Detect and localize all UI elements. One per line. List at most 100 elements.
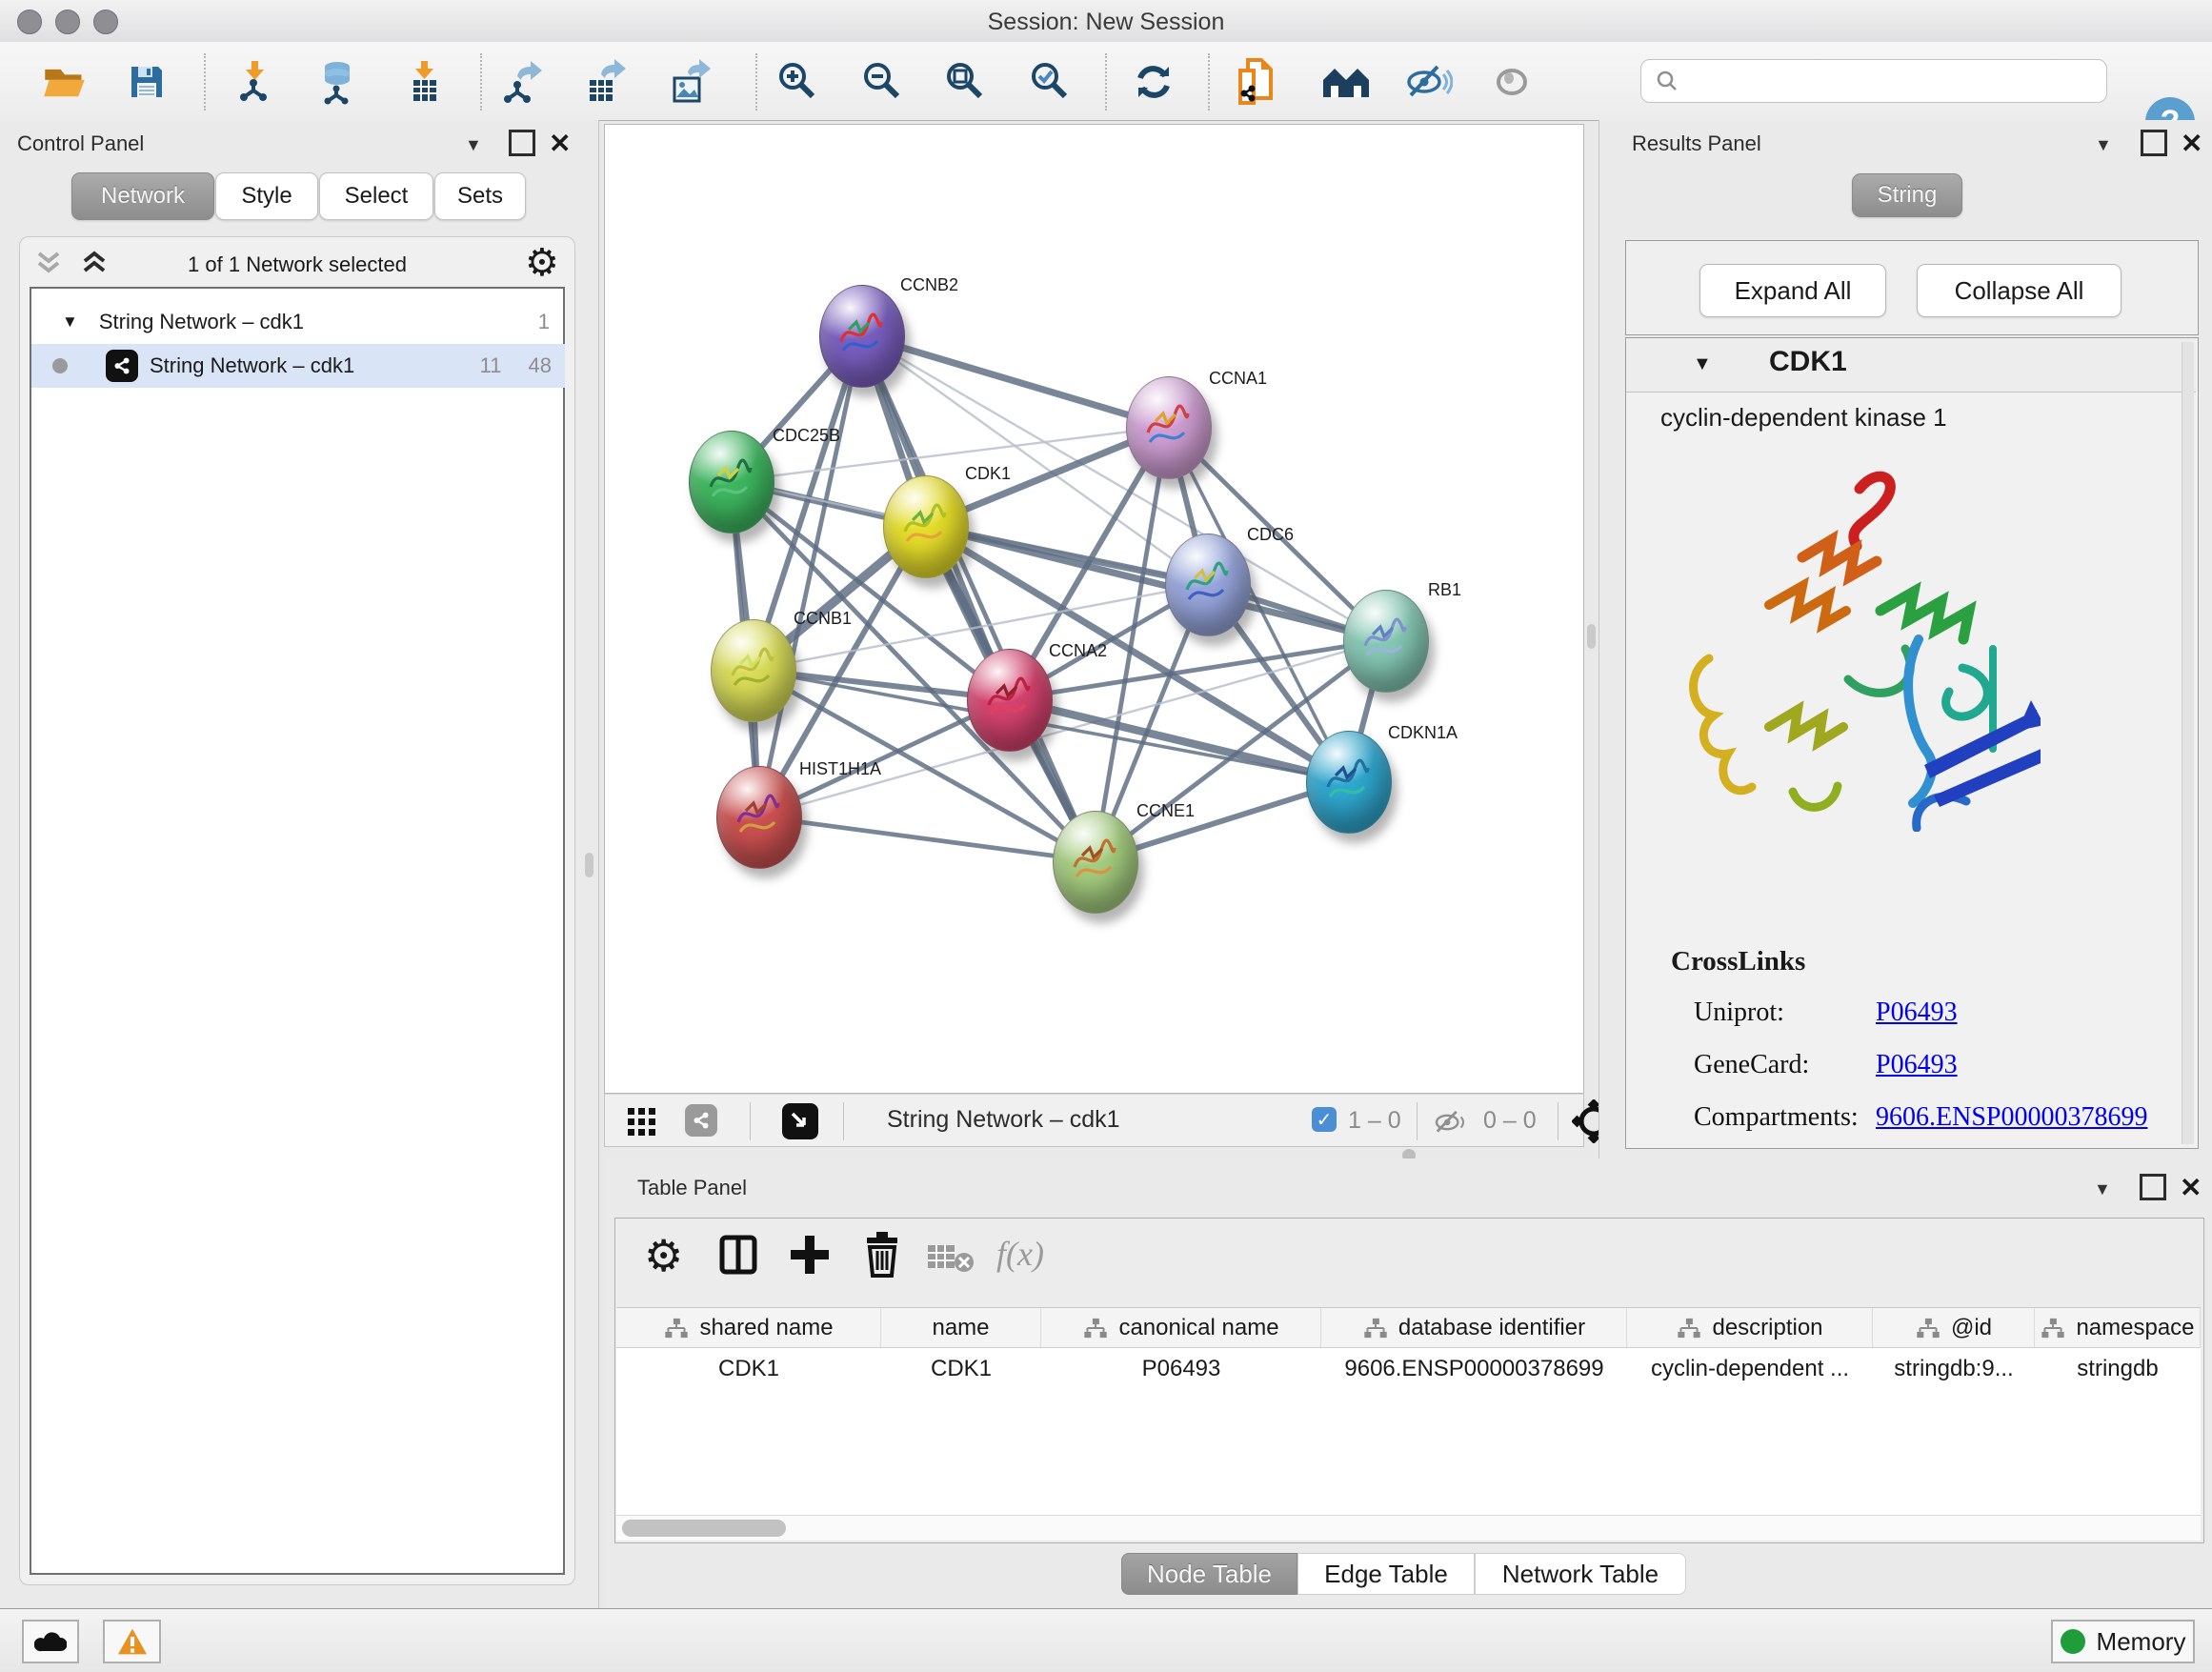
network-node-rb1[interactable] (1343, 590, 1429, 693)
search-input[interactable] (1689, 67, 2093, 95)
table-options-gear-icon[interactable]: ⚙ (644, 1230, 683, 1281)
import-network-database-button[interactable] (311, 55, 364, 109)
close-panel-icon[interactable]: ✕ (549, 128, 571, 159)
network-options-gear-icon[interactable]: ⚙ (525, 241, 559, 285)
network-node-ccnb2[interactable] (819, 285, 905, 388)
tab-edge-table[interactable]: Edge Table (1297, 1553, 1475, 1595)
network-node-hist1h1a[interactable] (716, 766, 802, 869)
results-scrollbar[interactable] (2182, 342, 2194, 1144)
collection-expanded-icon[interactable]: ▼ (62, 312, 78, 332)
close-panel-icon[interactable]: ✕ (2181, 128, 2202, 159)
results-buttons-box: Expand All Collapse All (1625, 240, 2199, 335)
network-node-ccne1[interactable] (1053, 811, 1138, 914)
column-tree-icon (1676, 1318, 1702, 1339)
right-splitter-handle[interactable] (1587, 624, 1596, 649)
open-session-button[interactable] (38, 55, 91, 109)
tab-select[interactable]: Select (319, 172, 433, 220)
network-node-cdkn1a[interactable] (1306, 731, 1392, 834)
network-from-selection-button[interactable] (1231, 55, 1284, 109)
maximize-panel-icon[interactable] (2141, 130, 2167, 156)
table-cell[interactable]: stringdb:9... (1873, 1348, 2035, 1390)
zoom-out-button[interactable] (855, 55, 909, 109)
hide-selected-button[interactable] (1401, 55, 1455, 109)
tab-network[interactable]: Network (71, 172, 214, 220)
collapse-all-button[interactable]: Collapse All (1917, 264, 2122, 317)
table-cell[interactable]: P06493 (1041, 1348, 1321, 1390)
left-splitter-handle[interactable] (585, 853, 593, 877)
close-panel-icon[interactable]: ✕ (2180, 1172, 2202, 1203)
show-columns-icon[interactable] (718, 1234, 760, 1276)
tab-sets[interactable]: Sets (434, 172, 526, 220)
network-selection-count: 1 of 1 Network selected (20, 252, 574, 277)
column-header-namespace[interactable]: namespace (2035, 1308, 2201, 1348)
show-all-button[interactable] (1485, 55, 1538, 109)
crosslink-link[interactable]: 9606.ENSP00000378699 (1876, 1102, 2147, 1133)
birdseye-view-icon[interactable] (782, 1103, 818, 1139)
warnings-button[interactable] (103, 1620, 161, 1663)
eye-slash-icon (1403, 61, 1453, 103)
refresh-view-button[interactable] (1127, 55, 1180, 109)
tab-node-table[interactable]: Node Table (1121, 1553, 1297, 1595)
network-node-cdk1[interactable] (883, 475, 969, 578)
node-label-ccna2: CCNA2 (1049, 641, 1107, 661)
table-cell[interactable]: 9606.ENSP00000378699 (1321, 1348, 1627, 1390)
gene-collapse-icon[interactable]: ▼ (1693, 353, 1712, 375)
export-network-button[interactable] (496, 55, 550, 109)
network-node-cdc6[interactable] (1165, 534, 1251, 636)
network-collection-row[interactable]: ▼ String Network – cdk1 1 (31, 300, 565, 344)
toolbar-search[interactable] (1640, 59, 2107, 103)
import-table-file-button[interactable] (398, 55, 452, 109)
node-label-ccne1: CCNE1 (1136, 801, 1195, 821)
create-column-icon[interactable] (789, 1234, 831, 1276)
network-type-icon[interactable] (685, 1104, 717, 1137)
table-cell[interactable]: CDK1 (881, 1348, 1041, 1390)
column-header-canonical-name[interactable]: canonical name (1041, 1308, 1321, 1348)
crosslink-link[interactable]: P06493 (1876, 1050, 1958, 1080)
save-icon (126, 61, 168, 103)
float-panel-icon[interactable]: ▼ (465, 135, 482, 155)
column-header--id[interactable]: @id (1873, 1308, 2035, 1348)
column-tree-icon (2040, 1318, 2066, 1339)
network-node-cdc25b[interactable] (689, 431, 774, 534)
network-node-ccna2[interactable] (967, 649, 1053, 752)
first-neighbors-button[interactable] (1319, 55, 1373, 109)
expand-all-button[interactable]: Expand All (1699, 264, 1886, 317)
tab-network-table[interactable]: Network Table (1475, 1553, 1686, 1595)
memory-status-dot (2061, 1629, 2085, 1654)
grid-view-icon[interactable] (628, 1108, 656, 1137)
delete-column-icon[interactable] (861, 1232, 903, 1278)
table-hscrollbar[interactable] (616, 1515, 2201, 1541)
table-cell[interactable]: cyclin-dependent ... (1627, 1348, 1873, 1390)
network-node-ccna1[interactable] (1126, 376, 1212, 479)
tab-string[interactable]: String (1852, 173, 1962, 217)
cloud-status-button[interactable] (22, 1620, 79, 1663)
float-panel-icon[interactable]: ▼ (2095, 135, 2112, 155)
crosslink-link[interactable]: P06493 (1876, 997, 1958, 1028)
zoom-fit-button[interactable] (938, 55, 992, 109)
network-node-ccnb1[interactable] (711, 619, 796, 722)
save-session-button[interactable] (120, 55, 173, 109)
export-table-button[interactable] (578, 55, 632, 109)
tab-style[interactable]: Style (215, 172, 318, 220)
column-header-description[interactable]: description (1627, 1308, 1873, 1348)
export-image-button[interactable] (663, 55, 716, 109)
column-header-shared-name[interactable]: shared name (616, 1308, 881, 1348)
maximize-panel-icon[interactable] (2140, 1174, 2166, 1200)
network-row[interactable]: String Network – cdk1 11 48 (31, 344, 565, 388)
table-cell[interactable]: CDK1 (616, 1348, 881, 1390)
results-panel-title: Results Panel (1632, 131, 1761, 156)
float-panel-icon[interactable]: ▼ (2094, 1179, 2111, 1199)
column-header-database-identifier[interactable]: database identifier (1321, 1308, 1627, 1348)
column-header-name[interactable]: name (881, 1308, 1041, 1348)
selected-checkbox-icon[interactable]: ✓ (1312, 1107, 1337, 1132)
zoom-selected-button[interactable] (1023, 55, 1076, 109)
network-canvas[interactable]: CCNB2CCNA1CDC25BCDK1CDC6RB1CCNB1CCNA2CDK… (604, 124, 1584, 1094)
table-cell[interactable]: stringdb (2035, 1348, 2201, 1390)
maximize-panel-icon[interactable] (509, 130, 535, 156)
memory-button[interactable]: Memory (2051, 1620, 2195, 1663)
import-network-file-button[interactable] (229, 55, 282, 109)
node-layer: CCNB2CCNA1CDC25BCDK1CDC6RB1CCNB1CCNA2CDK… (605, 125, 1583, 1093)
node-table[interactable]: shared nameCDK1nameCDK1canonical nameP06… (616, 1307, 2201, 1516)
zoom-in-button[interactable] (771, 55, 824, 109)
table-hscrollbar-thumb[interactable] (622, 1520, 786, 1537)
